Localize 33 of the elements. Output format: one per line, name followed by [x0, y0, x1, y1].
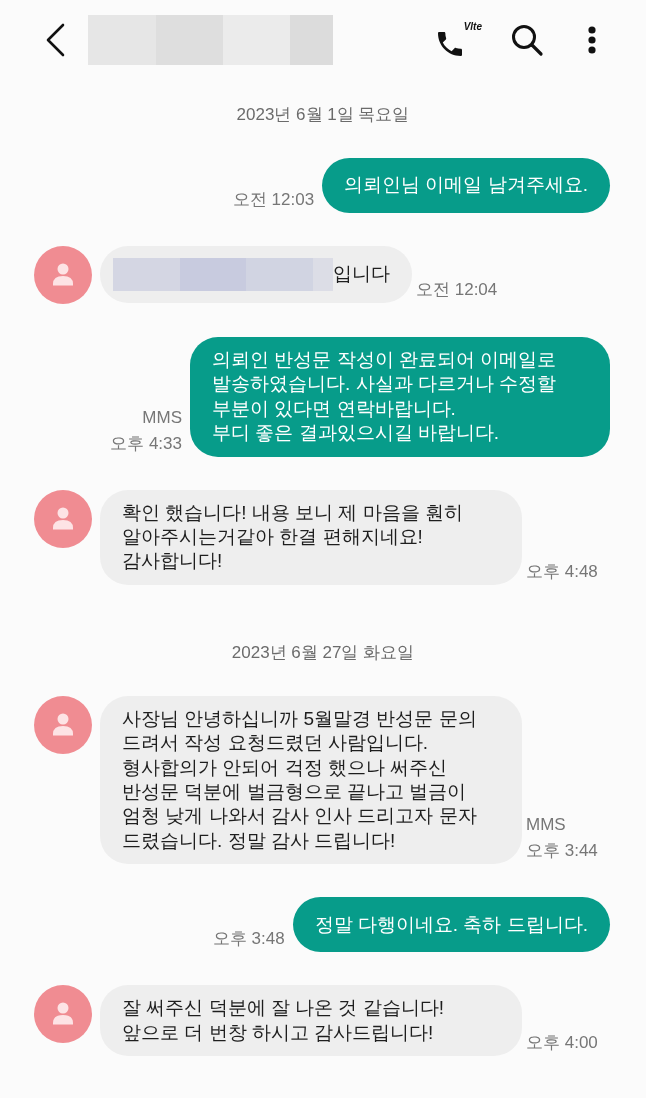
received-message-bubble[interactable]: 사장님 안녕하십니까 5월말경 반성문 문의 드려서 작성 요청드렸던 사람입니다. 형사합의가 안되어 걱정 했으나 써주신 반성문 덕분에 벌금형으로 끝나고 벌금이 엄청 낮게 나와서 감사 인사 드리고자 문자 드렸습니다. 정말 감사 드립니다! — [100, 695, 522, 865]
message-time: 오후 4:33 — [110, 432, 182, 455]
message-time: 오후 4:00 — [526, 1032, 598, 1055]
message-time: 오후 4:48 — [526, 560, 598, 583]
search-icon — [510, 23, 544, 57]
message-text: 사장님 안녕하십니까 5월말경 반성문 문의 드려서 작성 요청드렸던 사람입니다. 형사합의가 안되어 걱정 했으나 써주신 반성문 덕분에 벌금형으로 끝나고 벌금이 엄청 낮게 나와서 감사 인사 드리고자 문자 드렸습니다. 정말 감사 드립니다! — [122, 706, 477, 853]
contact-avatar-icon[interactable] — [34, 246, 92, 304]
message-time: 오전 12:03 — [232, 189, 315, 211]
call-button[interactable]: Vlte — [434, 20, 482, 60]
volte-label: Vlte — [463, 21, 482, 32]
message-time: 오후 3:48 — [212, 928, 285, 951]
message-text: 의뢰인 반성문 작성이 완료되어 이메일로 발송하였습니다. 사실과 다르거나 수정할 부분이 있다면 연락바랍니다. 부디 좋은 결과있으시길 바랍니다. — [212, 348, 557, 446]
contact-avatar-icon[interactable] — [34, 985, 92, 1044]
message-type-label: MMS — [142, 406, 182, 429]
more-options-icon — [587, 26, 597, 54]
received-message-bubble[interactable]: 잘 써주신 덕분에 잘 나온 것 같습니다! 앞으로 더 번창 하시고 감사드립니다! — [100, 985, 522, 1057]
back-chevron-icon — [44, 23, 66, 57]
message-text: 잘 써주신 덕분에 잘 나온 것 같습니다! 앞으로 더 번창 하시고 감사드립니다! — [122, 996, 444, 1045]
message-time: 오전 12:04 — [416, 279, 498, 301]
message-text: 확인 했습니다! 내용 보니 제 마음을 훤히 알아주시는거같아 한결 편해지네요! 감사합니다! — [122, 500, 463, 574]
message-text: 정말 다행이네요. 축하 드립니다. — [314, 912, 588, 937]
message-text: 의뢰인님 이메일 남겨주세요. — [344, 173, 588, 198]
date-separator: 2023년 6월 1일 목요일 — [236, 105, 410, 125]
message-text: 입니다 — [333, 262, 390, 287]
message-time: 오후 3:44 — [526, 840, 598, 863]
search-button[interactable] — [510, 23, 544, 57]
message-type-label: MMS — [526, 814, 566, 837]
received-message-bubble[interactable]: 입니다 — [100, 246, 412, 303]
contact-avatar-icon[interactable] — [34, 695, 92, 754]
contact-avatar-icon[interactable] — [34, 489, 92, 548]
date-separator: 2023년 6월 27일 화요일 — [231, 642, 415, 663]
received-message-bubble[interactable]: 확인 했습니다! 내용 보니 제 마음을 훤히 알아주시는거같아 한결 편해지네요! 감사합니다! — [100, 489, 522, 585]
more-options-button[interactable] — [586, 25, 598, 55]
